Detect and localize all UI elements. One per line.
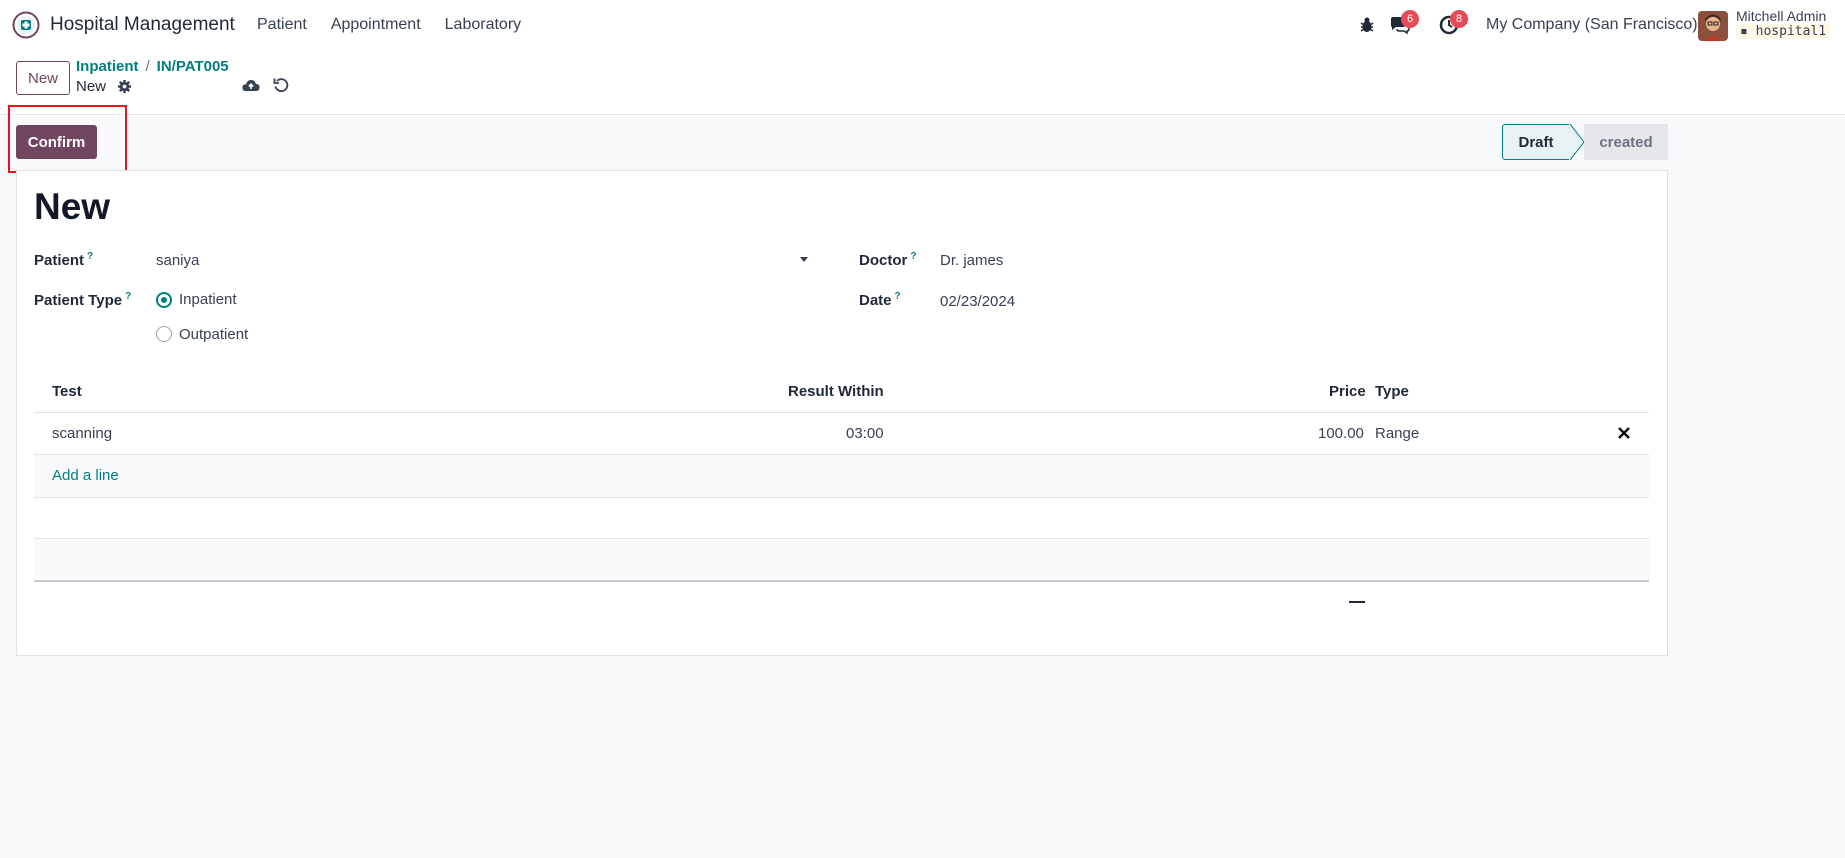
patient-label: Patient? (34, 251, 93, 269)
app-logo-icon[interactable] (12, 11, 40, 39)
doctor-label: Doctor? (859, 251, 916, 269)
company-switcher[interactable]: My Company (San Francisco) (1486, 16, 1698, 34)
help-icon[interactable]: ? (895, 291, 901, 302)
help-icon[interactable]: ? (125, 291, 131, 302)
messages-badge: 6 (1401, 10, 1419, 28)
col-type[interactable]: Type (1375, 383, 1409, 400)
breadcrumb: Inpatient / IN/PAT005 (76, 58, 229, 75)
record-title: New (34, 186, 111, 227)
user-avatar[interactable] (1698, 11, 1728, 41)
database-name: ▪ hospital1 (1736, 24, 1831, 39)
database-icon: ▪ (1740, 24, 1748, 39)
add-line-link[interactable]: Add a line (52, 467, 119, 484)
chevron-down-icon[interactable] (800, 257, 808, 262)
database-label: hospital1 (1755, 24, 1827, 39)
user-name[interactable]: Mitchell Admin (1736, 8, 1826, 24)
patient-field[interactable]: saniya (156, 252, 199, 269)
patient-type-label: Patient Type? (34, 291, 131, 309)
main-menu: Patient Appointment Laboratory (257, 16, 545, 34)
control-panel: New Inpatient / IN/PAT005 New (0, 50, 1845, 115)
doctor-field[interactable]: Dr. james (940, 252, 1003, 269)
cell-test[interactable]: scanning (52, 425, 112, 442)
breadcrumb-record[interactable]: IN/PAT005 (157, 58, 229, 75)
menu-appointment[interactable]: Appointment (331, 16, 421, 34)
cell-result-within[interactable]: 03:00 (846, 425, 884, 442)
doctor-label-text: Doctor (859, 252, 908, 269)
patient-label-text: Patient (34, 252, 85, 269)
radio-inpatient-label[interactable]: Inpatient (179, 291, 237, 308)
date-label-text: Date (859, 292, 892, 309)
total-placeholder (1349, 601, 1365, 603)
help-icon[interactable]: ? (87, 251, 93, 262)
gear-icon[interactable] (117, 79, 132, 94)
col-result-within[interactable]: Result Within (788, 383, 884, 400)
stage-created[interactable]: created (1584, 124, 1668, 160)
stage-arrow-icon (1569, 124, 1585, 160)
date-label: Date? (859, 291, 901, 309)
activities-badge: 8 (1450, 10, 1468, 28)
cell-type[interactable]: Range (1375, 425, 1419, 442)
table-footer-divider (34, 580, 1649, 582)
empty-row (34, 539, 1649, 580)
bug-icon[interactable] (1356, 14, 1378, 36)
patient-type-label-text: Patient Type (34, 292, 123, 309)
activities-button[interactable]: 8 (1438, 10, 1468, 36)
col-price[interactable]: Price (1329, 383, 1366, 400)
date-field[interactable]: 02/23/2024 (940, 293, 1015, 310)
stage-draft[interactable]: Draft (1502, 124, 1570, 160)
messages-button[interactable]: 6 (1389, 10, 1419, 36)
radio-inpatient[interactable] (156, 292, 172, 308)
top-navbar: Hospital Management Patient Appointment … (0, 0, 1845, 50)
divider (34, 497, 1649, 498)
divider (34, 412, 1649, 413)
add-line-row (34, 455, 1649, 497)
col-test[interactable]: Test (52, 383, 82, 400)
breadcrumb-current: New (76, 78, 107, 95)
save-cloud-icon[interactable] (242, 78, 260, 94)
breadcrumb-separator: / (145, 58, 150, 75)
menu-patient[interactable]: Patient (257, 16, 307, 34)
form-sheet (16, 170, 1668, 656)
new-button[interactable]: New (16, 61, 70, 95)
breadcrumb-inpatient[interactable]: Inpatient (76, 58, 139, 75)
radio-outpatient[interactable] (156, 326, 172, 342)
radio-outpatient-label[interactable]: Outpatient (179, 326, 248, 343)
menu-laboratory[interactable]: Laboratory (445, 16, 522, 34)
cell-price[interactable]: 100.00 (1318, 425, 1364, 442)
app-name[interactable]: Hospital Management (50, 14, 235, 36)
discard-icon[interactable] (273, 77, 289, 93)
highlight-box (8, 105, 127, 173)
delete-row-icon[interactable] (1617, 426, 1631, 440)
help-icon[interactable]: ? (910, 251, 916, 262)
